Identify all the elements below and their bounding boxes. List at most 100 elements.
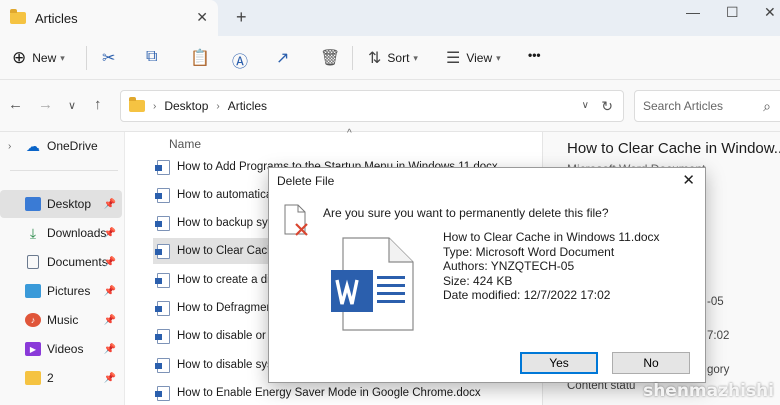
no-button[interactable]: No xyxy=(612,352,690,374)
pin-icon: 📌 xyxy=(103,285,116,297)
sidebar-item-folder-2[interactable]: 2 📌 xyxy=(0,364,122,392)
navigation-pane: › ☁ OneDrive Desktop 📌 ⤓ Downloads 📌 Doc… xyxy=(0,132,124,405)
file-name: How to Clear Cache in Windows 11.docx xyxy=(443,230,660,244)
word-doc-icon xyxy=(155,385,170,401)
copy-icon: ⧉ xyxy=(146,48,158,65)
sidebar-item-label: 2 xyxy=(47,371,54,385)
delete-button[interactable]: 🗑 xyxy=(320,48,346,68)
sidebar-item-label: Music xyxy=(47,313,79,327)
yes-button[interactable]: Yes xyxy=(520,352,598,374)
maximize-button[interactable]: ☐ xyxy=(726,4,739,21)
breadcrumb-articles[interactable]: Articles xyxy=(228,99,267,113)
sort-icon: ⇅ xyxy=(368,50,382,67)
address-bar[interactable]: › Desktop › Articles ∨ ↻ xyxy=(120,90,624,122)
search-input[interactable]: Search Articles ⌕ xyxy=(634,90,780,122)
search-icon: ⌕ xyxy=(763,98,771,114)
file-name: How to create a dis xyxy=(177,274,276,286)
word-doc-icon xyxy=(155,215,170,231)
file-name: How to backup sys xyxy=(177,217,274,229)
file-name: How to disable or r xyxy=(177,330,273,342)
word-doc-icon xyxy=(155,159,170,175)
breadcrumb-desktop[interactable]: Desktop xyxy=(164,99,208,113)
tab-close-icon[interactable]: ✕ xyxy=(196,9,208,26)
file-name: How to automatica xyxy=(177,189,273,201)
rename-button[interactable]: Ⓐ xyxy=(232,48,254,72)
back-arrow-icon[interactable]: ← xyxy=(8,96,23,113)
chevron-down-icon: ▾ xyxy=(60,52,65,63)
sidebar-item-videos[interactable]: ▶ Videos 📌 xyxy=(0,335,122,363)
more-options-button[interactable]: ••• xyxy=(528,48,541,62)
cut-button[interactable]: ✂ xyxy=(102,48,121,68)
sidebar-item-label: Downloads xyxy=(47,226,107,240)
delete-file-dialog: Delete File ✕ Are you sure you want to p… xyxy=(268,167,706,383)
new-button[interactable]: ⊕ New ▾ xyxy=(12,48,65,68)
file-authors: Authors: YNZQTECH-05 xyxy=(443,259,575,273)
folder-icon xyxy=(25,371,41,385)
forward-arrow-icon[interactable]: → xyxy=(38,96,53,113)
view-button[interactable]: ☰ View ▾ xyxy=(446,48,501,68)
sidebar-item-label: Videos xyxy=(47,342,84,356)
toolbar-divider xyxy=(352,46,353,70)
details-title: How to Clear Cache in Window... xyxy=(567,140,780,157)
dialog-close-icon[interactable]: ✕ xyxy=(682,171,695,189)
folder-icon xyxy=(10,9,26,24)
file-name: How to Defragmen xyxy=(177,302,273,314)
column-header-name[interactable]: Name xyxy=(169,137,201,151)
tab-title: Articles xyxy=(35,10,78,26)
pin-icon: 📌 xyxy=(103,256,116,268)
up-arrow-icon[interactable]: ↑ xyxy=(94,96,102,113)
sidebar-item-documents[interactable]: Documents 📌 xyxy=(0,248,122,276)
chevron-right-icon: › xyxy=(216,100,220,112)
copy-button[interactable]: ⧉ xyxy=(146,48,163,66)
tab-articles[interactable]: Articles ✕ xyxy=(0,0,218,36)
word-doc-icon xyxy=(155,272,170,288)
word-doc-icon xyxy=(155,300,170,316)
file-name: How to Enable Energy Saver Mode in Googl… xyxy=(177,387,481,399)
pin-icon: 📌 xyxy=(103,198,116,210)
sidebar-item-label: Documents xyxy=(47,255,108,269)
pin-icon: 📌 xyxy=(103,372,116,384)
sidebar-item-pictures[interactable]: Pictures 📌 xyxy=(0,277,122,305)
file-info: How to Clear Cache in Windows 11.docx Ty… xyxy=(443,230,660,303)
delete-file-icon xyxy=(284,204,308,236)
clipboard-icon: 📋 xyxy=(190,50,210,67)
minimize-button[interactable]: — xyxy=(686,4,700,20)
share-icon: ↗ xyxy=(276,50,290,67)
command-bar: ⊕ New ▾ ✂ ⧉ 📋 Ⓐ ↗ 🗑 ⇅ Sort ▾ ☰ View ▾ ••… xyxy=(0,36,780,80)
paste-button[interactable]: 📋 xyxy=(190,48,216,68)
dialog-title: Delete File xyxy=(277,174,335,188)
videos-icon: ▶ xyxy=(25,342,41,356)
folder-icon xyxy=(129,97,145,112)
scissors-icon: ✂ xyxy=(102,50,116,67)
recent-locations-chevron-icon[interactable]: ∨ xyxy=(68,99,76,112)
search-placeholder: Search Articles xyxy=(643,99,724,113)
share-button[interactable]: ↗ xyxy=(276,48,295,68)
view-label: View xyxy=(466,51,493,65)
new-tab-button[interactable]: + xyxy=(236,7,247,28)
sidebar-item-onedrive[interactable]: › ☁ OneDrive xyxy=(0,132,122,160)
address-chevron-icon[interactable]: ∨ xyxy=(582,100,589,111)
sidebar-item-music[interactable]: ♪ Music 📌 xyxy=(0,306,122,334)
address-row: ← → ∨ ↑ › Desktop › Articles ∨ ↻ Search … xyxy=(0,80,780,132)
file-row[interactable]: How to Enable Energy Saver Mode in Googl… xyxy=(153,380,543,405)
music-icon: ♪ xyxy=(25,313,41,327)
pin-icon: 📌 xyxy=(103,314,116,326)
sort-button[interactable]: ⇅ Sort ▾ xyxy=(368,48,418,68)
watermark: shenmazhishi xyxy=(643,381,774,401)
sidebar-item-desktop[interactable]: Desktop 📌 xyxy=(0,190,122,218)
desktop-icon xyxy=(25,197,41,211)
documents-icon xyxy=(27,255,39,269)
sidebar-item-label: Pictures xyxy=(47,284,91,298)
sidebar-item-downloads[interactable]: ⤓ Downloads 📌 xyxy=(0,219,122,247)
pictures-icon xyxy=(25,284,41,298)
refresh-icon[interactable]: ↻ xyxy=(601,98,613,115)
title-bar: Articles ✕ + — ☐ ✕ xyxy=(0,0,780,36)
word-doc-icon xyxy=(155,328,170,344)
close-window-button[interactable]: ✕ xyxy=(764,4,776,21)
sort-ascending-icon: ^ xyxy=(347,128,352,139)
sidebar-item-label: OneDrive xyxy=(47,139,98,153)
file-name: How to disable syst xyxy=(177,359,277,371)
word-doc-icon xyxy=(155,243,170,259)
confirm-question: Are you sure you want to permanently del… xyxy=(323,206,609,220)
download-icon: ⤓ xyxy=(29,224,37,241)
